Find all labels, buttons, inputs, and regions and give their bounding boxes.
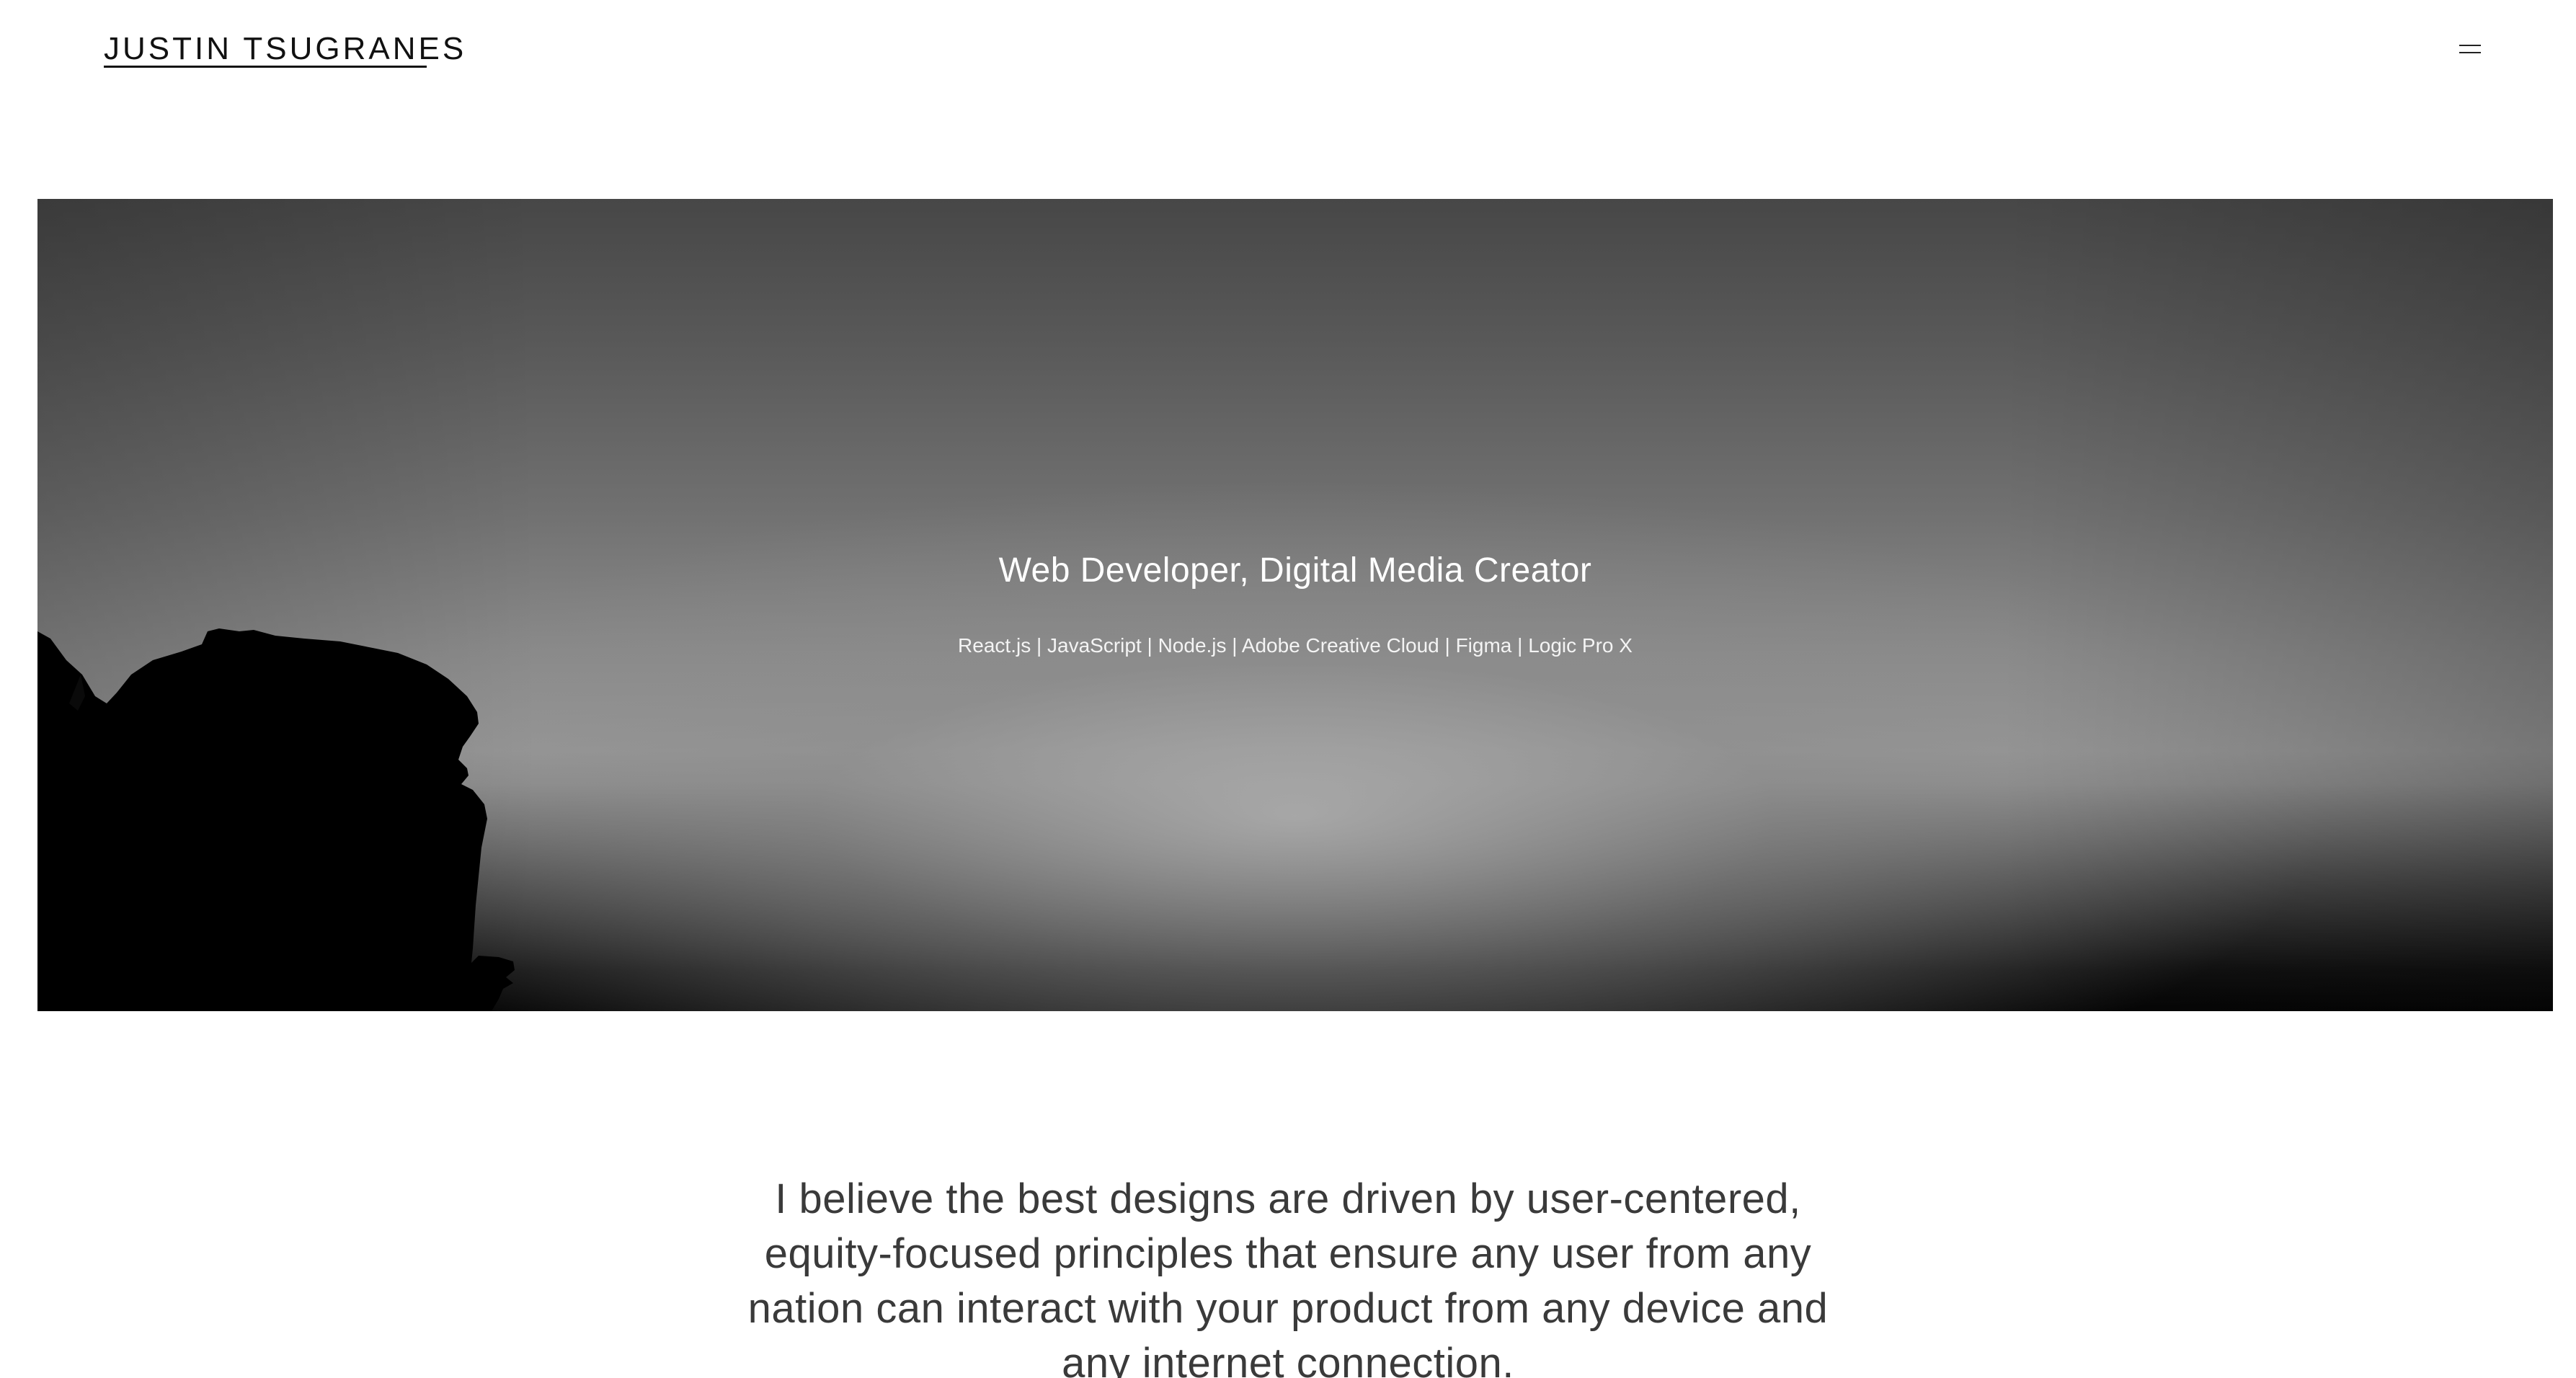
hero-skills-list: React.js | JavaScript | Node.js | Adobe … xyxy=(958,634,1633,657)
site-header: JUSTIN TSUGRANES xyxy=(0,0,2576,101)
hero-banner: Web Developer, Digital Media Creator Rea… xyxy=(37,199,2553,1011)
logo-underline xyxy=(104,66,427,68)
rock-silhouette-image xyxy=(37,628,515,1011)
hero-title: Web Developer, Digital Media Creator xyxy=(998,551,1592,590)
design-philosophy-statement: I believe the best designs are driven by… xyxy=(747,1175,1829,1378)
menu-icon-bar-bottom xyxy=(2459,52,2481,53)
menu-icon[interactable] xyxy=(2453,37,2488,63)
site-logo-link[interactable]: JUSTIN TSUGRANES xyxy=(104,29,466,69)
menu-icon-bar-top xyxy=(2459,45,2481,46)
